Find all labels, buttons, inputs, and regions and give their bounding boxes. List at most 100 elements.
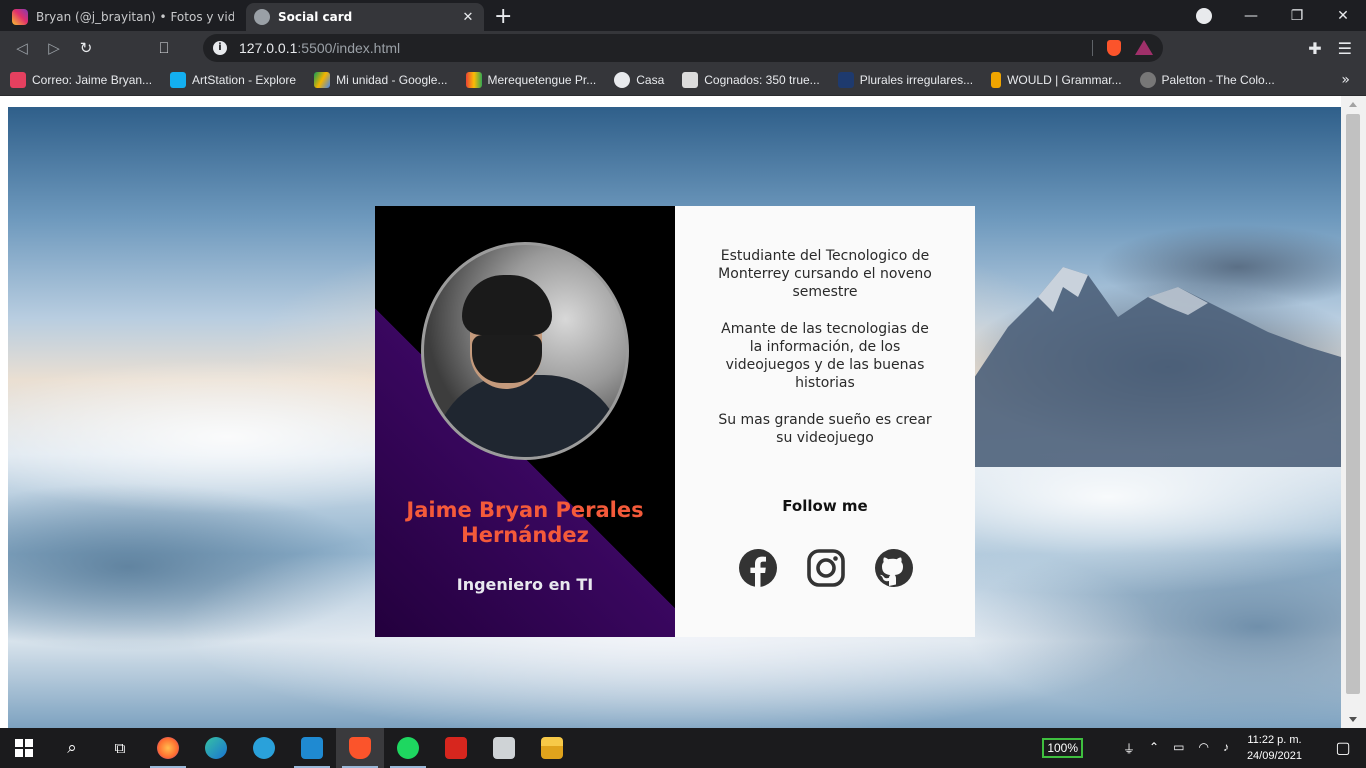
- menu-icon[interactable]: ☰: [1338, 39, 1352, 58]
- system-tray: 100% ⏚ ⌃ ▭ ◠ ♪ 11:22 p. m. 24/09/2021 ▢: [1042, 728, 1366, 768]
- instagram-link[interactable]: [804, 546, 848, 590]
- task-view-button[interactable]: ⧉: [96, 728, 144, 768]
- tab-strip: Bryan (@j_brayitan) • Fotos y videos de …: [0, 0, 1366, 31]
- tab-instagram[interactable]: Bryan (@j_brayitan) • Fotos y videos de …: [4, 3, 242, 31]
- bookmark-item[interactable]: Merequetengue Pr...: [465, 72, 597, 88]
- taskbar-acrobat[interactable]: [432, 728, 480, 768]
- bookmark-item[interactable]: Correo: Jaime Bryan...: [10, 72, 152, 88]
- window-controls: — ❐ ✕: [1196, 0, 1366, 31]
- taskbar-brave[interactable]: [336, 728, 384, 768]
- bio: Estudiante del Tecnologico de Monterrey …: [715, 247, 935, 466]
- new-tab-icon[interactable]: +: [494, 3, 512, 31]
- bio-paragraph: Estudiante del Tecnologico de Monterrey …: [718, 248, 932, 300]
- bookmark-flag-icon: [991, 72, 1002, 88]
- facebook-icon: [739, 549, 777, 587]
- tab-title: Bryan (@j_brayitan) • Fotos y videos de …: [36, 10, 234, 24]
- drive-icon: [465, 72, 482, 88]
- bookmark-item[interactable]: Paletton - The Colo...: [1139, 72, 1275, 88]
- scroll-up-icon[interactable]: [1349, 102, 1357, 107]
- bookmark-item[interactable]: Mi unidad - Google...: [314, 72, 448, 88]
- battery-indicator[interactable]: 100%: [1042, 738, 1084, 758]
- taskbar-computer[interactable]: [480, 728, 528, 768]
- firefox-icon: [157, 737, 179, 759]
- clock[interactable]: 11:22 p. m. 24/09/2021: [1247, 732, 1302, 764]
- avatar-mask: [472, 335, 542, 383]
- taskbar-explorer[interactable]: [528, 728, 576, 768]
- tab-social-card[interactable]: Social card ✕: [246, 3, 484, 31]
- bookmark-label: ArtStation - Explore: [192, 73, 297, 87]
- url-path: :5500/index.html: [297, 40, 401, 56]
- taskbar-telegram[interactable]: [240, 728, 288, 768]
- instagram-favicon-icon: [12, 9, 28, 25]
- volume-icon[interactable]: ♪: [1223, 740, 1229, 757]
- tab-title: Social card: [278, 10, 353, 24]
- bookmark-label: Casa: [636, 73, 665, 87]
- github-link[interactable]: [872, 546, 916, 590]
- bookmark-label: Mi unidad - Google...: [336, 73, 448, 87]
- back-icon[interactable]: ◁: [6, 39, 38, 57]
- search-icon: ⌕: [67, 738, 77, 758]
- restore-icon[interactable]: ❐: [1274, 8, 1320, 24]
- minimize-icon[interactable]: —: [1228, 8, 1274, 24]
- close-window-icon[interactable]: ✕: [1320, 8, 1366, 24]
- windows-logo-icon: [15, 739, 33, 757]
- bookmark-item[interactable]: Casa: [614, 72, 664, 88]
- social-links: [736, 546, 916, 590]
- scroll-thumb[interactable]: [1346, 114, 1360, 694]
- clock-date: 24/09/2021: [1246, 750, 1302, 762]
- toolbar-right: ✚ ☰: [1308, 31, 1352, 65]
- bookmark-label: Merequetengue Pr...: [487, 73, 597, 87]
- bookmark-label: WOULD | Grammar...: [1007, 73, 1122, 87]
- bookmark-label: Cognados: 350 true...: [704, 73, 820, 87]
- battery-icon[interactable]: ▭: [1173, 740, 1184, 757]
- task-view-icon: ⧉: [114, 739, 126, 757]
- extensions-icon[interactable]: ✚: [1308, 39, 1321, 58]
- globe-favicon-icon: [254, 9, 270, 25]
- bio-paragraph: Su mas grande sueño es crear su videojue…: [718, 412, 932, 446]
- browser-toolbar: ◁ ▷ ↻ ⎕ i 127.0.0.1:5500/index.html ✚ ☰: [0, 31, 1366, 65]
- page-scrollbar[interactable]: [1341, 96, 1366, 728]
- globe-icon: [614, 72, 631, 88]
- more-bookmarks-icon[interactable]: »: [1341, 72, 1350, 88]
- taskbar-vscode[interactable]: [288, 728, 336, 768]
- github-icon: [875, 549, 913, 587]
- taskbar-edge[interactable]: [192, 728, 240, 768]
- paletton-icon: [1139, 72, 1156, 88]
- wifi-icon[interactable]: ◠: [1198, 740, 1208, 757]
- notifications-icon[interactable]: ▢: [1320, 738, 1366, 758]
- bookmark-item[interactable]: Cognados: 350 true...: [682, 72, 820, 88]
- url-text[interactable]: 127.0.0.1:5500/index.html: [239, 40, 400, 56]
- avatar-jacket: [434, 375, 624, 457]
- artstation-icon: [170, 72, 187, 88]
- search-button[interactable]: ⌕: [48, 728, 96, 768]
- facebook-link[interactable]: [736, 546, 780, 590]
- clock-time: 11:22 p. m.: [1247, 734, 1302, 746]
- forward-icon[interactable]: ▷: [38, 39, 70, 57]
- bookmarks-bar: Correo: Jaime Bryan... ArtStation - Expl…: [0, 65, 1366, 96]
- site-info-icon[interactable]: i: [213, 41, 227, 55]
- profile-menu-icon[interactable]: [1196, 7, 1212, 24]
- bookmark-item[interactable]: ArtStation - Explore: [170, 72, 296, 88]
- bookmark-item[interactable]: Plurales irregulares...: [837, 72, 973, 88]
- instagram-icon: [807, 549, 845, 587]
- address-bar[interactable]: i 127.0.0.1:5500/index.html: [203, 34, 1163, 62]
- page-icon: [682, 72, 699, 88]
- bookmark-icon[interactable]: ⎕: [148, 39, 180, 57]
- bookmark-label: Correo: Jaime Bryan...: [32, 73, 153, 87]
- scroll-down-icon[interactable]: [1349, 717, 1357, 722]
- omnibox-divider: [1092, 40, 1093, 56]
- taskbar-spotify[interactable]: [384, 728, 432, 768]
- follow-heading: Follow me: [782, 497, 868, 515]
- start-button[interactable]: [0, 728, 48, 768]
- card-info-panel: Estudiante del Tecnologico de Monterrey …: [675, 206, 975, 637]
- chevron-up-icon[interactable]: ⌃: [1149, 740, 1159, 757]
- bookmark-item[interactable]: WOULD | Grammar...: [991, 72, 1122, 88]
- page-icon: [837, 72, 854, 88]
- taskbar-firefox[interactable]: [144, 728, 192, 768]
- close-tab-icon[interactable]: ✕: [460, 10, 476, 25]
- reload-icon[interactable]: ↻: [70, 39, 102, 57]
- spotify-icon: [397, 737, 419, 759]
- brave-rewards-icon[interactable]: [1135, 40, 1153, 55]
- brave-shield-icon[interactable]: [1107, 40, 1121, 56]
- power-plug-icon[interactable]: ⏚: [1123, 740, 1135, 757]
